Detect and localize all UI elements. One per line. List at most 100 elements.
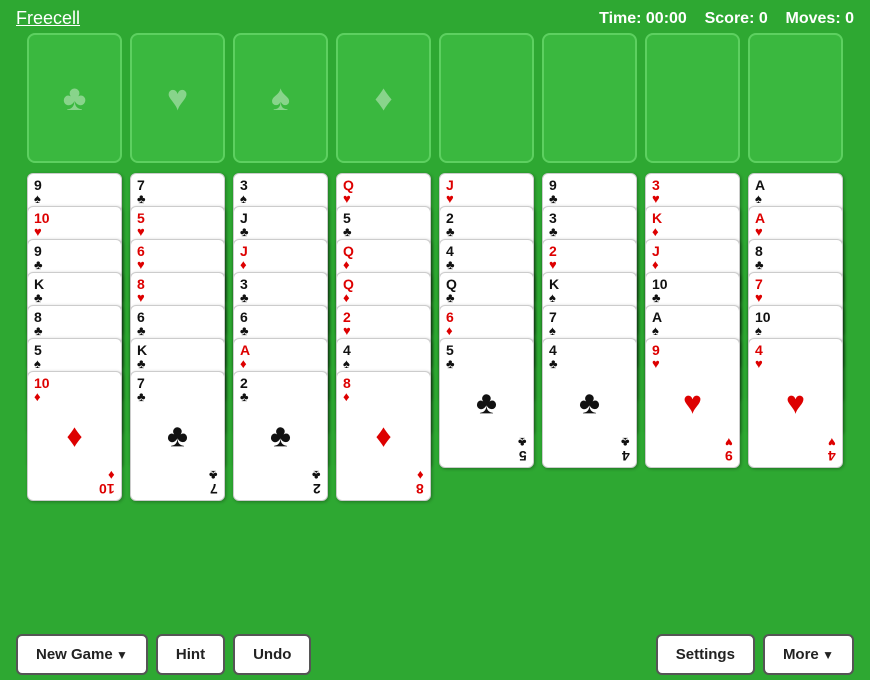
table-row[interactable]: 7♣♣7♣: [130, 371, 225, 501]
columns-row: 9♠♠9♠10♥♥10♥9♣♣9♣K♣♣K♣8♣♣8♣5♠♠5♠10♦♦10♦7…: [10, 173, 860, 476]
table-row[interactable]: 8♦♦8♦: [336, 371, 431, 501]
footer-left: New Game Hint Undo: [16, 634, 311, 675]
card-center-suit: ♣: [270, 418, 291, 455]
column-5[interactable]: J♥♥J♥2♣♣2♣4♣♣4♣Q♣♣Q♣6♦♦6♦5♣♣5♣: [439, 173, 534, 443]
column-1[interactable]: 9♠♠9♠10♥♥10♥9♣♣9♣K♣♣K♣8♣♣8♣5♠♠5♠10♦♦10♦: [27, 173, 122, 476]
column-7[interactable]: 3♥♥3♥K♦♦K♦J♦♦J♦10♣♣10♣A♠♠A♠9♥♥9♥: [645, 173, 740, 443]
card-suit-top: ♣: [549, 225, 558, 238]
card-suit-top: ♠: [755, 324, 762, 337]
card-suit-top: ♥: [652, 192, 660, 205]
new-game-button[interactable]: New Game: [16, 634, 148, 675]
card-suit-top: ♣: [34, 291, 43, 304]
table-row[interactable]: 5♣♣5♣: [439, 338, 534, 468]
card-rank-top: 4: [343, 343, 351, 357]
column-3[interactable]: 3♠♠3♠J♣♣J♣J♦♦J♦3♣♣3♣6♣♣6♣A♦♦A♦2♣♣2♣: [233, 173, 328, 476]
foundation-cell-2[interactable]: [542, 33, 637, 163]
card-rank-bottom: 9: [725, 449, 733, 463]
card-rank-top: 9: [549, 178, 557, 192]
card-suit-top: ♥: [652, 357, 660, 370]
card-rank-top: K: [137, 343, 147, 357]
card-rank-top: 6: [137, 244, 145, 258]
card-suit-top: ♥: [343, 192, 351, 205]
card-suit-top: ♣: [137, 357, 146, 370]
table-row[interactable]: 2♣♣2♣: [233, 371, 328, 501]
card-center-suit: ♣: [579, 385, 600, 422]
card-rank-top: 2: [343, 310, 351, 324]
hearts-icon: [167, 77, 188, 119]
card-rank-top: 3: [240, 277, 248, 291]
card-rank-top: 9: [34, 178, 42, 192]
card-rank-top: 7: [137, 376, 145, 390]
free-cell-4[interactable]: [336, 33, 431, 163]
card-rank-top: 2: [446, 211, 454, 225]
stats-display: Time: 00:00 Score: 0 Moves: 0: [599, 10, 854, 28]
card-suit-top: ♦: [34, 390, 41, 403]
card-rank-top: K: [549, 277, 559, 291]
card-rank-top: 8: [343, 376, 351, 390]
card-rank-top: J: [240, 211, 248, 225]
card-rank-top: 9: [652, 343, 660, 357]
card-suit-top: ♣: [240, 390, 249, 403]
card-rank-top: 3: [652, 178, 660, 192]
card-suit-top: ♣: [137, 192, 146, 205]
card-suit-top: ♥: [343, 324, 351, 337]
foundation-cell-4[interactable]: [748, 33, 843, 163]
card-suit-top: ♣: [137, 390, 146, 403]
foundation-cell-3[interactable]: [645, 33, 740, 163]
card-rank-top: 2: [549, 244, 557, 258]
column-8[interactable]: A♠♠A♠A♥♥A♥8♣♣8♣7♥♥7♥10♠♠10♠4♥♥4♥: [748, 173, 843, 443]
card-rank-top: 4: [755, 343, 763, 357]
card-rank-bottom: 5: [519, 449, 527, 463]
card-center-suit: ♦: [375, 418, 391, 455]
card-rank-top: A: [240, 343, 250, 357]
card-suit-bottom: ♣: [209, 469, 218, 482]
free-cell-3[interactable]: [233, 33, 328, 163]
card-suit-top: ♣: [240, 291, 249, 304]
card-suit-top: ♣: [240, 225, 249, 238]
card-rank-top: K: [652, 211, 662, 225]
foundation-cell-1[interactable]: [439, 33, 534, 163]
card-rank-top: 6: [446, 310, 454, 324]
card-rank-top: 3: [549, 211, 557, 225]
card-rank-bottom: 7: [210, 482, 218, 496]
hint-button[interactable]: Hint: [156, 634, 225, 675]
free-cell-2[interactable]: [130, 33, 225, 163]
card-suit-top: ♦: [652, 225, 659, 238]
table-row[interactable]: 4♣♣4♣: [542, 338, 637, 468]
card-suit-top: ♥: [137, 258, 145, 271]
card-rank-top: Q: [343, 244, 354, 258]
card-suit-top: ♥: [137, 291, 145, 304]
card-suit-top: ♥: [755, 291, 763, 304]
free-cell-1[interactable]: [27, 33, 122, 163]
settings-button[interactable]: Settings: [656, 634, 755, 675]
card-rank-top: Q: [343, 277, 354, 291]
table-row[interactable]: 9♥♥9♥: [645, 338, 740, 468]
card-rank-top: 5: [137, 211, 145, 225]
undo-button[interactable]: Undo: [233, 634, 311, 675]
card-suit-top: ♠: [755, 192, 762, 205]
card-rank-top: Q: [343, 178, 354, 192]
card-rank-top: 10: [34, 376, 50, 390]
card-suit-top: ♣: [446, 258, 455, 271]
time-display: Time: 00:00: [599, 10, 687, 27]
card-rank-top: 7: [549, 310, 557, 324]
card-suit-top: ♥: [137, 225, 145, 238]
card-rank-top: 8: [34, 310, 42, 324]
card-suit-top: ♠: [240, 192, 247, 205]
card-rank-top: 10: [34, 211, 50, 225]
footer: New Game Hint Undo Settings More: [0, 628, 870, 680]
column-2[interactable]: 7♣♣7♣5♥♥5♥6♥♥6♥8♥♥8♥6♣♣6♣K♣♣K♣7♣♣7♣: [130, 173, 225, 476]
table-row[interactable]: 10♦♦10♦: [27, 371, 122, 501]
column-4[interactable]: Q♥♥Q♥5♣♣5♣Q♦♦Q♦Q♦♦Q♦2♥♥2♥4♠♠4♠8♦♦8♦: [336, 173, 431, 476]
card-rank-top: Q: [446, 277, 457, 291]
card-suit-top: ♣: [343, 225, 352, 238]
card-rank-top: A: [755, 211, 765, 225]
card-center-suit: ♥: [683, 385, 702, 422]
more-button[interactable]: More: [763, 634, 854, 675]
card-rank-bottom: 2: [313, 482, 321, 496]
table-row[interactable]: 4♥♥4♥: [748, 338, 843, 468]
card-suit-bottom: ♦: [108, 469, 115, 482]
card-rank-top: A: [755, 178, 765, 192]
column-6[interactable]: 9♣♣9♣3♣♣3♣2♥♥2♥K♠♠K♠7♠♠7♠4♣♣4♣: [542, 173, 637, 443]
game-title[interactable]: Freecell: [16, 8, 80, 29]
